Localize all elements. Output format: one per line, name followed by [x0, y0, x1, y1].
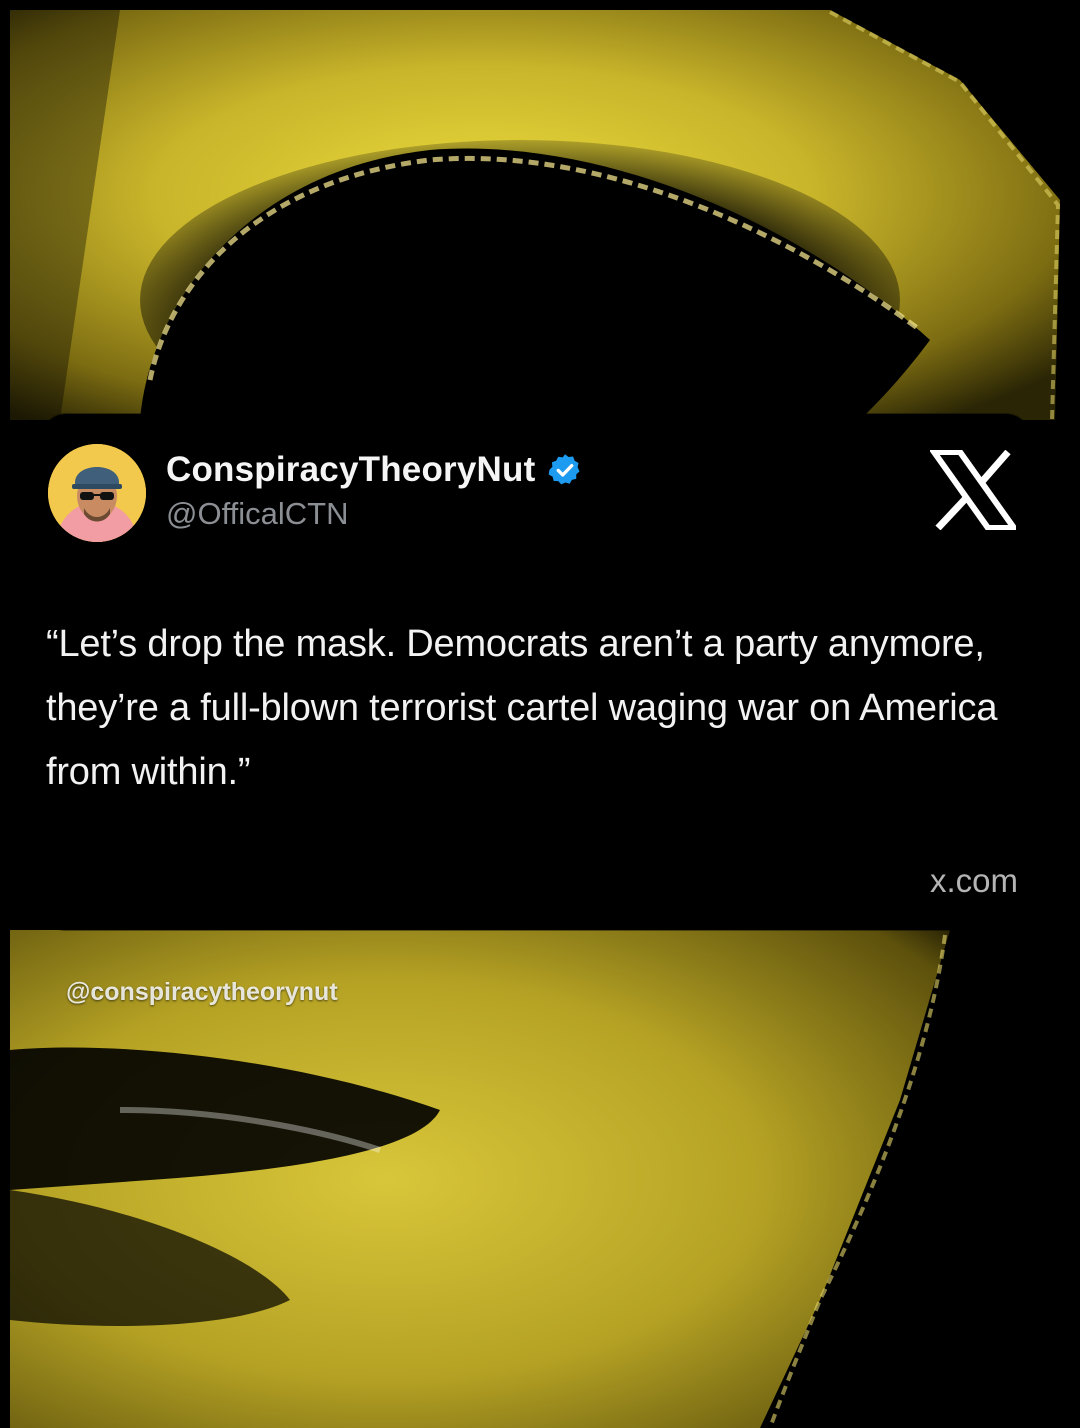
watermark-handle: @conspiracytheorynut [66, 978, 338, 1006]
image-frame: ConspiracyTheoryNut @OfficalCTN “Let’s d… [0, 0, 1080, 1428]
post-card[interactable]: ConspiracyTheoryNut @OfficalCTN “Let’s d… [42, 414, 1030, 930]
post-text: “Let’s drop the mask. Democrats aren’t a… [46, 623, 998, 793]
x-logo-icon[interactable] [928, 449, 1020, 531]
source-link[interactable]: x.com [930, 862, 1018, 900]
user-avatar-icon[interactable] [48, 444, 146, 542]
user-info: ConspiracyTheoryNut @OfficalCTN [166, 450, 583, 532]
display-name[interactable]: ConspiracyTheoryNut [166, 450, 535, 490]
display-name-row: ConspiracyTheoryNut [166, 450, 583, 490]
user-handle[interactable]: @OfficalCTN [166, 496, 583, 532]
verified-badge-icon [547, 452, 583, 488]
